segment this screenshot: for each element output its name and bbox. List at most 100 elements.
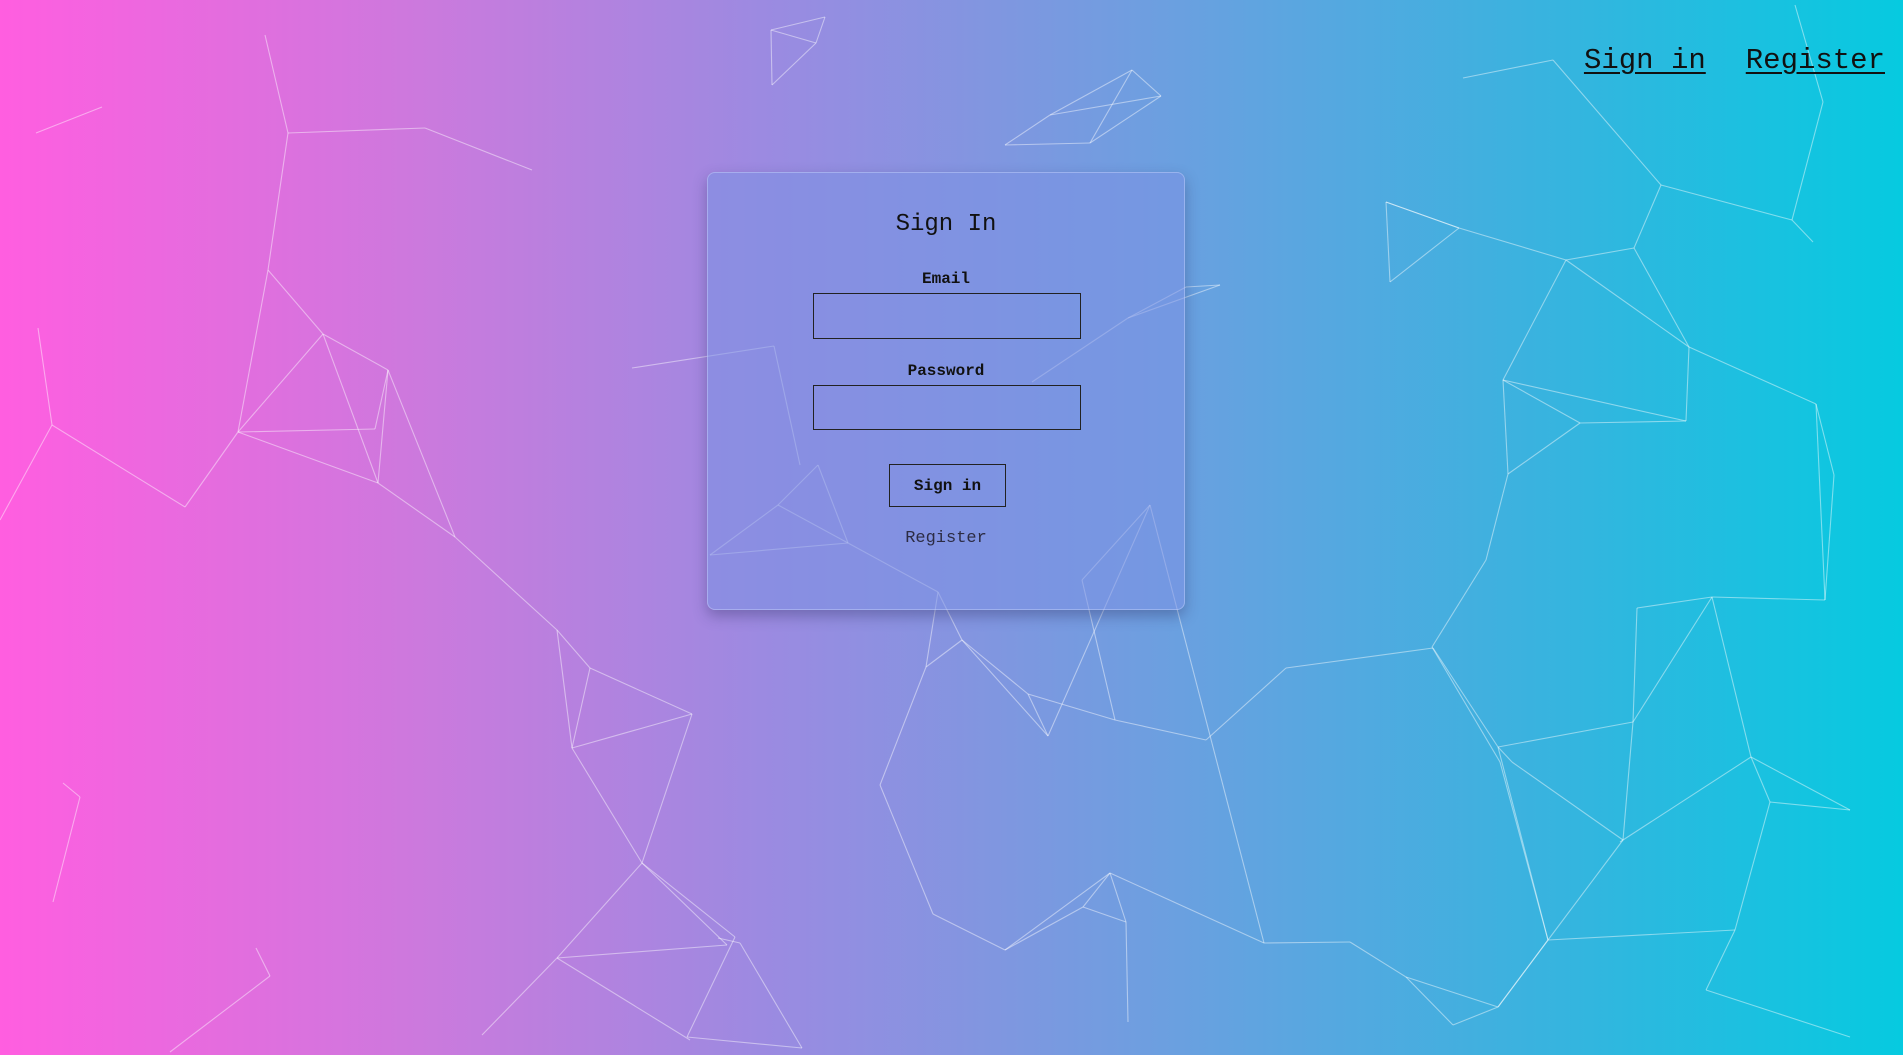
network-line — [1547, 929, 1736, 941]
network-line — [1633, 184, 1662, 249]
email-field[interactable] — [813, 293, 1081, 339]
network-line — [184, 431, 239, 508]
network-line — [1497, 939, 1549, 1008]
nav-register-link[interactable]: Register — [1746, 44, 1885, 77]
password-field[interactable] — [813, 385, 1081, 430]
network-line — [1497, 746, 1549, 941]
network-line — [961, 639, 1049, 737]
network-line — [0, 424, 53, 521]
sign-in-card: Sign In Email Password Sign in Register — [707, 172, 1185, 610]
sign-in-title: Sign In — [895, 211, 997, 238]
network-line — [1114, 719, 1207, 741]
network-line — [1750, 756, 1771, 803]
network-line — [1125, 921, 1129, 1023]
password-label: Password — [907, 362, 985, 380]
network-line — [287, 127, 426, 134]
network-line — [1824, 474, 1835, 601]
network-line — [237, 269, 269, 433]
network-line — [237, 431, 379, 484]
network-line — [556, 957, 691, 1041]
register-link[interactable]: Register — [708, 529, 1184, 548]
network-line — [1431, 559, 1487, 648]
network-line — [1711, 596, 1752, 758]
network-line — [1349, 941, 1407, 978]
network-line — [641, 713, 693, 864]
network-line — [1507, 422, 1581, 475]
network-line — [1082, 906, 1127, 923]
network-line — [37, 327, 53, 426]
network-line — [264, 34, 289, 134]
network-line — [51, 424, 186, 508]
network-line — [770, 29, 817, 44]
network-line — [571, 747, 643, 864]
network-line — [424, 127, 533, 171]
network-line — [641, 862, 728, 946]
network-line — [1462, 59, 1554, 79]
network-line — [571, 713, 693, 749]
network-line — [1405, 976, 1499, 1008]
network-line — [1632, 596, 1713, 723]
top-navigation: Sign in Register — [1584, 44, 1885, 77]
network-line — [1263, 941, 1351, 944]
network-line — [1579, 420, 1687, 424]
network-line — [1109, 872, 1265, 944]
network-line — [1004, 114, 1051, 146]
network-line — [322, 333, 379, 484]
network-line — [267, 269, 324, 335]
network-line — [454, 536, 558, 631]
network-line — [1452, 1006, 1499, 1026]
network-line — [556, 862, 643, 959]
network-line — [1431, 646, 1501, 763]
network-line — [815, 16, 826, 44]
network-line — [1791, 101, 1824, 221]
network-line — [322, 333, 389, 371]
network-line — [925, 639, 963, 668]
network-line — [770, 29, 773, 86]
network-line — [1285, 647, 1434, 669]
network-line — [641, 862, 736, 938]
network-line — [1502, 379, 1687, 422]
network-line — [62, 782, 81, 798]
nav-sign-in-link[interactable]: Sign in — [1584, 44, 1706, 77]
network-line — [556, 629, 591, 669]
network-line — [1632, 607, 1638, 723]
network-line — [377, 369, 389, 484]
network-line — [387, 369, 456, 538]
network-line — [879, 784, 934, 915]
network-line — [237, 333, 324, 433]
network-line — [1565, 247, 1635, 261]
network-line — [1485, 473, 1509, 561]
network-line — [1027, 693, 1116, 721]
network-line — [255, 947, 271, 977]
network-line — [1385, 201, 1460, 229]
network-line — [1027, 693, 1049, 737]
network-line — [1685, 346, 1690, 422]
network-line — [739, 942, 803, 1049]
network-line — [1432, 647, 1499, 748]
network-line — [481, 957, 558, 1036]
network-line — [1633, 247, 1690, 348]
network-line — [35, 106, 103, 134]
network-line — [1502, 379, 1509, 475]
network-line — [686, 1036, 803, 1049]
network-line — [1705, 989, 1851, 1038]
network-line — [1502, 259, 1567, 381]
network-line — [1636, 596, 1713, 609]
network-line — [1511, 761, 1624, 841]
sign-in-button[interactable]: Sign in — [889, 464, 1006, 507]
network-line — [556, 944, 728, 959]
network-line — [961, 639, 1029, 695]
network-line — [1565, 259, 1690, 348]
network-line — [770, 16, 826, 31]
network-line — [589, 667, 693, 715]
network-line — [771, 42, 817, 86]
network-line — [1711, 596, 1826, 601]
network-line — [377, 482, 456, 538]
network-line — [52, 796, 81, 903]
network-line — [556, 629, 573, 749]
network-line — [1750, 756, 1851, 811]
network-line — [879, 666, 927, 786]
network-line — [1622, 721, 1634, 841]
network-line — [1389, 227, 1460, 283]
network-line — [1385, 201, 1391, 283]
